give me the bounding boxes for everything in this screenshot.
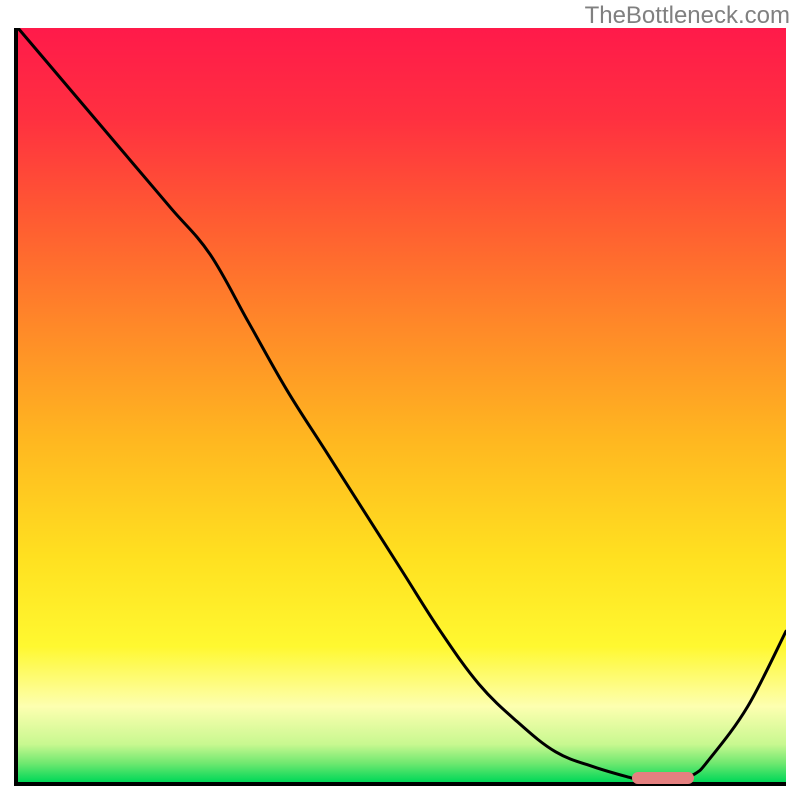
chart-container: TheBottleneck.com — [0, 0, 800, 800]
plot-area — [14, 28, 786, 786]
gradient-background — [18, 28, 786, 782]
optimal-range-marker — [632, 772, 693, 784]
watermark-text: TheBottleneck.com — [585, 2, 790, 30]
